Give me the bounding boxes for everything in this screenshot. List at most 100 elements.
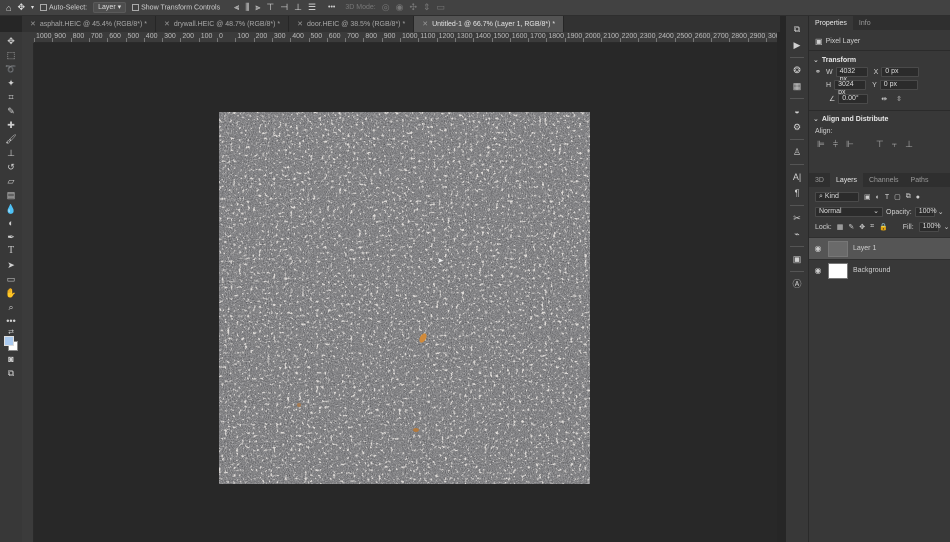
adjustments-panel-icon[interactable]: ◒: [789, 104, 805, 118]
scale-3d-icon[interactable]: ▭: [437, 2, 446, 13]
angle-field[interactable]: 0.00°: [838, 94, 869, 104]
tab-drywall[interactable]: ✕ drywall.HEIC @ 48.7% (RGB/8*) *: [156, 16, 290, 32]
link-icon[interactable]: ⚭: [815, 68, 823, 76]
color-swatches[interactable]: [3, 336, 19, 352]
properties-panel-icon[interactable]: ⚙: [789, 120, 805, 134]
tool-presets-icon[interactable]: ✂: [789, 211, 805, 225]
filter-adjustment-icon[interactable]: ◐: [876, 194, 880, 201]
foreground-color-swatch[interactable]: [4, 336, 14, 346]
clone-stamp-tool-icon[interactable]: ⊥: [3, 146, 19, 160]
eyedropper-tool-icon[interactable]: ✎: [3, 104, 19, 118]
close-icon[interactable]: ✕: [297, 20, 303, 28]
fill-field[interactable]: 100%: [918, 222, 941, 232]
path-selection-tool-icon[interactable]: ➤: [3, 258, 19, 272]
x-field[interactable]: 0 px: [881, 67, 920, 77]
tab-channels[interactable]: Channels: [863, 173, 905, 187]
filter-shape-icon[interactable]: ▢: [894, 193, 901, 201]
blur-tool-icon[interactable]: 💧: [3, 202, 19, 216]
rectangle-tool-icon[interactable]: ▭: [3, 272, 19, 286]
quick-mask-icon[interactable]: ◙: [3, 352, 19, 366]
y-field[interactable]: 0 px: [879, 80, 918, 90]
align-vertical-centers-icon[interactable]: ⫟: [892, 139, 897, 150]
learn-panel-icon[interactable]: ❂: [789, 63, 805, 77]
hand-tool-icon[interactable]: ✋: [3, 286, 19, 300]
orbit-3d-icon[interactable]: ◎: [382, 2, 390, 13]
history-brush-tool-icon[interactable]: ↺: [3, 160, 19, 174]
close-icon[interactable]: ✕: [164, 20, 170, 28]
align-horizontal-centers-icon[interactable]: ⫩: [833, 139, 838, 150]
height-field[interactable]: 3024 px: [834, 80, 867, 96]
horizontal-ruler[interactable]: 1000 900 800 700 600 500 400 300 200 100 0 100 200 30…: [34, 32, 777, 43]
chevron-down-icon[interactable]: ⌄: [944, 223, 950, 231]
visibility-eye-icon[interactable]: ◉: [813, 266, 823, 275]
chevron-down-icon[interactable]: ⌄: [938, 208, 944, 216]
tab-properties[interactable]: Properties: [809, 16, 853, 30]
align-left-icon[interactable]: ⫷: [234, 2, 239, 13]
paragraph-panel-icon[interactable]: ¶: [789, 186, 805, 200]
vertical-ruler[interactable]: [22, 43, 34, 542]
move-tool-icon[interactable]: ✥: [17, 2, 25, 13]
align-right-icon[interactable]: ⫸: [255, 2, 260, 13]
screen-mode-icon[interactable]: ⧉: [3, 366, 19, 380]
tab-untitled-1[interactable]: ✕ Untitled-1 @ 66.7% (Layer 1, RGB/8*) *: [414, 16, 565, 32]
lock-position-icon[interactable]: ✥: [859, 223, 865, 231]
gradient-tool-icon[interactable]: ▤: [3, 188, 19, 202]
close-icon[interactable]: ✕: [30, 20, 36, 28]
more-tools-icon[interactable]: •••: [3, 314, 19, 328]
filter-smart-object-icon[interactable]: ⧉: [906, 193, 911, 201]
lasso-tool-icon[interactable]: ➰: [3, 62, 19, 76]
character-panel-icon[interactable]: A|: [789, 170, 805, 184]
lock-transparent-icon[interactable]: ▦: [837, 223, 844, 231]
zoom-tool-icon[interactable]: ⌕: [3, 300, 19, 314]
brush-tool-icon[interactable]: 🖌: [3, 132, 19, 146]
auto-select-dropdown[interactable]: Layer ▾: [93, 2, 127, 13]
align-bottom-icon[interactable]: ⊥: [294, 2, 302, 13]
healing-brush-tool-icon[interactable]: ✚: [3, 118, 19, 132]
tab-layers[interactable]: Layers: [829, 173, 863, 187]
align-section-header[interactable]: ⌄ Align and Distribute: [809, 113, 950, 125]
distribute-icon[interactable]: ☰: [308, 2, 316, 13]
tab-paths[interactable]: Paths: [905, 173, 935, 187]
layer-kind-filter[interactable]: ⌕ Kind: [815, 192, 859, 202]
move-tool-icon[interactable]: ✥: [3, 34, 19, 48]
align-bottom-edges-icon[interactable]: ⊥: [905, 139, 913, 150]
pan-3d-icon[interactable]: ✣: [409, 2, 417, 13]
filter-pixel-icon[interactable]: ▣: [864, 193, 871, 201]
dodge-tool-icon[interactable]: ◐: [3, 216, 19, 230]
checkbox-icon[interactable]: [132, 3, 140, 11]
marquee-tool-icon[interactable]: ⬚: [3, 48, 19, 62]
lock-artboard-icon[interactable]: ⌗: [870, 223, 874, 231]
glyphs-panel-icon[interactable]: ♙: [789, 145, 805, 159]
eraser-tool-icon[interactable]: ▱: [3, 174, 19, 188]
checkbox-icon[interactable]: [40, 3, 47, 11]
align-top-icon[interactable]: ⊤: [266, 2, 274, 13]
filter-toggle-icon[interactable]: ●: [916, 194, 920, 201]
layer-row-background[interactable]: ◉ Background: [809, 259, 950, 281]
opacity-field[interactable]: 100%: [914, 207, 937, 217]
pen-tool-icon[interactable]: ✒: [3, 230, 19, 244]
history-panel-icon[interactable]: ⧉: [789, 22, 805, 36]
magic-wand-tool-icon[interactable]: ✦: [3, 76, 19, 90]
roll-3d-icon[interactable]: ◉: [396, 2, 404, 13]
crop-tool-icon[interactable]: ⌗: [3, 90, 19, 104]
home-icon[interactable]: ⌂: [6, 3, 11, 13]
libraries-panel-icon[interactable]: ▦: [789, 79, 805, 93]
tab-door[interactable]: ✕ door.HEIC @ 38.5% (RGB/8*) *: [289, 16, 415, 32]
swap-colors-icon[interactable]: ⇄: [3, 328, 19, 336]
type-tool-preset-icon[interactable]: Ⓐ: [789, 277, 805, 291]
type-tool-icon[interactable]: T: [3, 244, 19, 258]
align-right-edges-icon[interactable]: ⊩: [846, 139, 854, 150]
flip-vertical-icon[interactable]: ⇳: [896, 95, 902, 103]
more-options-button[interactable]: •••: [328, 4, 335, 11]
lock-pixels-icon[interactable]: ✎: [848, 223, 854, 231]
close-icon[interactable]: ✕: [422, 20, 428, 28]
align-middle-icon[interactable]: ⊣: [280, 2, 288, 13]
brushes-panel-icon[interactable]: ⌁: [789, 227, 805, 241]
flip-horizontal-icon[interactable]: ⇹: [881, 95, 887, 103]
slide-3d-icon[interactable]: ⇕: [423, 2, 431, 13]
visibility-eye-icon[interactable]: ◉: [813, 244, 823, 253]
width-field[interactable]: 4032 px: [835, 67, 868, 83]
filter-type-icon[interactable]: T: [885, 194, 889, 201]
transform-section-header[interactable]: ⌄ Transform: [809, 54, 950, 66]
align-top-edges-icon[interactable]: ⊤: [876, 139, 884, 150]
